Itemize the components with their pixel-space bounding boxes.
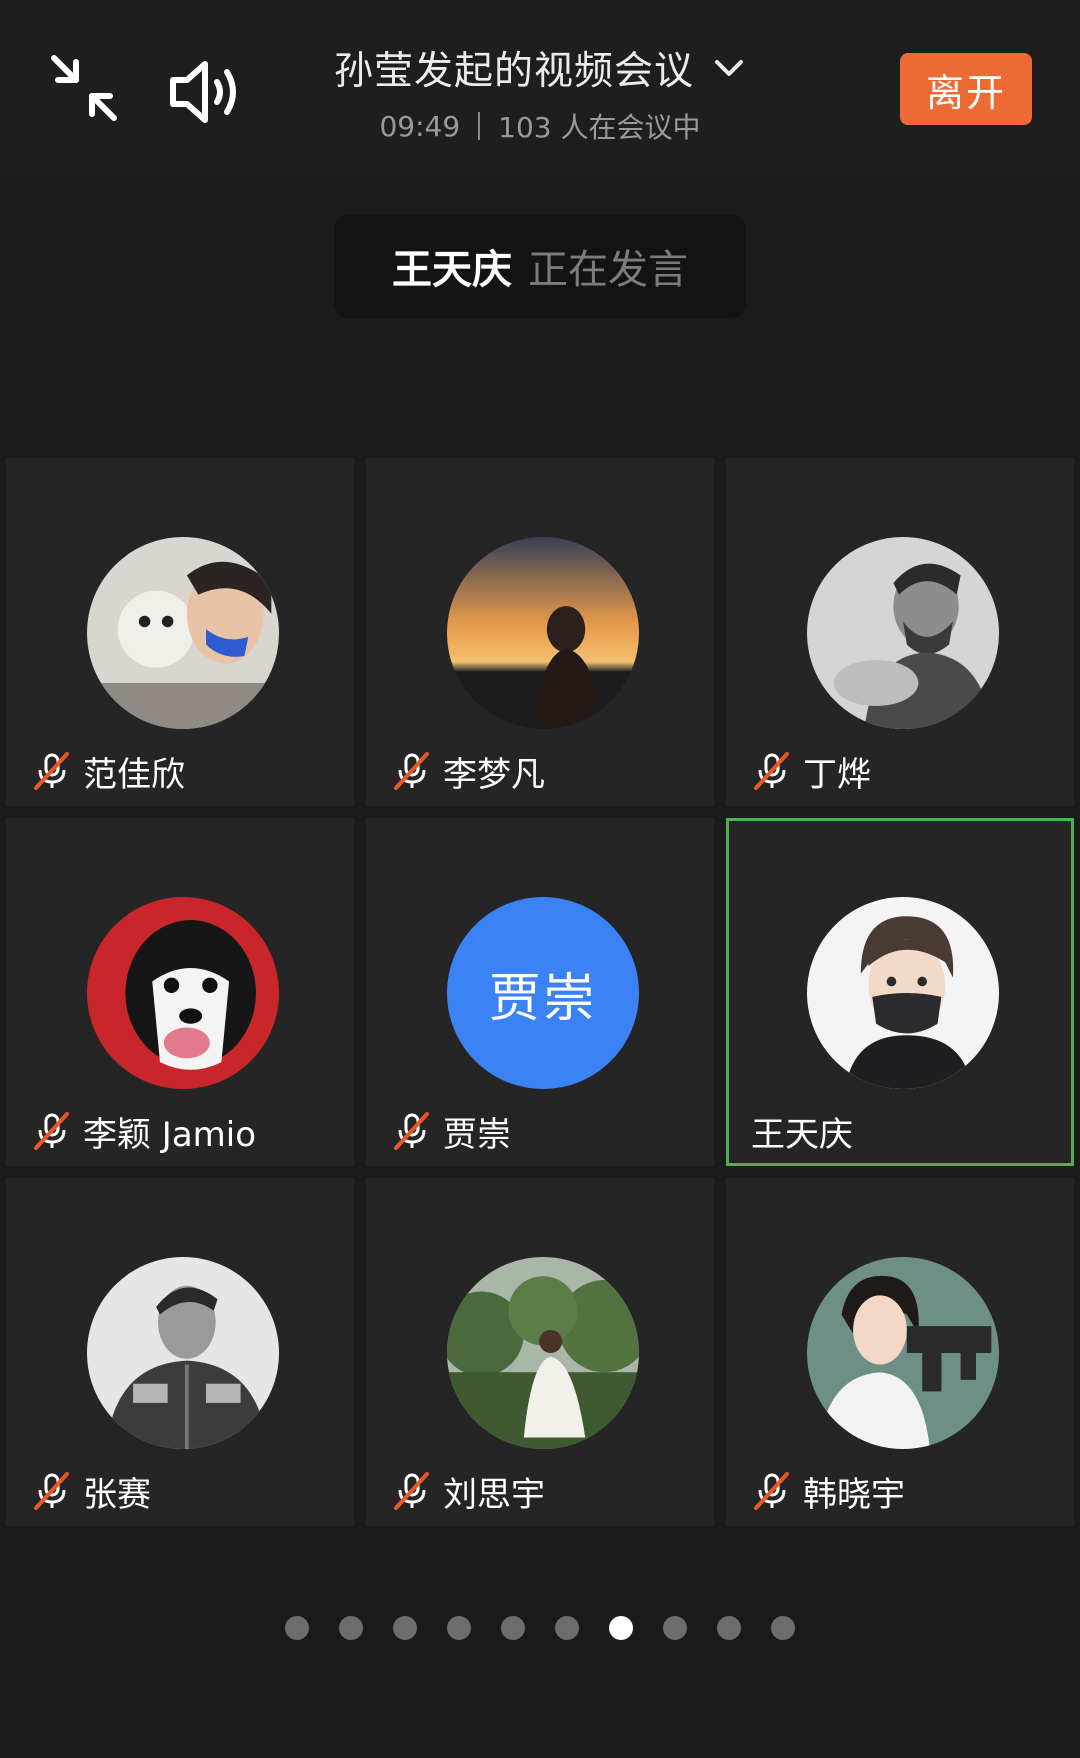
participant-count: 103 人在会议中 <box>498 111 701 144</box>
muted-mic-icon <box>394 752 429 790</box>
avatar <box>87 897 279 1089</box>
avatar-photo-icon <box>447 537 639 729</box>
participant-tile[interactable]: 刘思宇 <box>366 1178 714 1526</box>
participant-name: 范佳欣 <box>83 754 185 795</box>
meeting-title: 孙莹发起的视频会议 <box>333 49 694 94</box>
active-speaker-name: 王天庆 <box>392 247 512 293</box>
avatar-photo-icon <box>87 1257 279 1449</box>
participant-tile[interactable]: 贾崇 贾崇 <box>366 818 714 1166</box>
minimize-window-icon[interactable] <box>48 52 120 124</box>
avatar <box>87 1257 279 1449</box>
muted-mic-icon <box>34 1472 69 1510</box>
participant-tile[interactable]: 范佳欣 <box>6 458 354 806</box>
top-bar: 孙莹发起的视频会议 09:49 103 人在会议中 离开 <box>0 0 1080 175</box>
page-dot-current[interactable] <box>609 1616 633 1640</box>
speaking-status: 正在发言 <box>528 247 688 293</box>
participant-tile[interactable]: 丁烨 <box>726 458 1074 806</box>
page-dot[interactable] <box>717 1616 741 1640</box>
avatar <box>807 1257 999 1449</box>
avatar: 贾崇 <box>447 897 639 1089</box>
muted-mic-icon <box>754 752 789 790</box>
avatar-initials: 贾崇 <box>488 968 597 1029</box>
muted-mic-icon <box>34 1112 69 1150</box>
participant-grid: 范佳欣 李梦凡 丁烨 李颖 Jamio 贾崇 贾崇 王天庆 张赛 刘思宇 韩晓宇 <box>6 458 1074 1526</box>
participant-tile[interactable]: 李梦凡 <box>366 458 714 806</box>
participant-name: 刘思宇 <box>443 1474 545 1515</box>
page-dot[interactable] <box>393 1616 417 1640</box>
leave-button[interactable]: 离开 <box>900 53 1032 125</box>
avatar-photo-icon <box>807 537 999 729</box>
page-dot[interactable] <box>501 1616 525 1640</box>
muted-mic-icon <box>394 1112 429 1150</box>
avatar <box>447 1257 639 1449</box>
page-indicator <box>0 1616 1080 1640</box>
participant-tile[interactable]: 韩晓宇 <box>726 1178 1074 1526</box>
avatar <box>807 897 999 1089</box>
muted-mic-icon <box>394 1472 429 1510</box>
participant-name: 韩晓宇 <box>803 1474 905 1515</box>
participant-name: 张赛 <box>83 1474 151 1515</box>
page-dot[interactable] <box>555 1616 579 1640</box>
avatar <box>807 537 999 729</box>
participant-name: 丁烨 <box>803 754 871 795</box>
avatar-photo-icon <box>87 897 279 1089</box>
participant-tile[interactable]: 张赛 <box>6 1178 354 1526</box>
divider <box>478 112 481 140</box>
meeting-duration: 09:49 <box>379 109 461 143</box>
avatar-photo-icon <box>807 897 999 1089</box>
page-dot[interactable] <box>339 1616 363 1640</box>
participant-name: 李梦凡 <box>443 754 545 795</box>
avatar-photo-icon <box>447 1257 639 1449</box>
page-dot[interactable] <box>447 1616 471 1640</box>
speaker-icon[interactable] <box>165 52 245 132</box>
muted-mic-icon <box>34 752 69 790</box>
participant-tile[interactable]: 李颖 Jamio <box>6 818 354 1166</box>
page-dot[interactable] <box>663 1616 687 1640</box>
chevron-down-icon[interactable] <box>712 51 746 85</box>
participant-name: 李颖 Jamio <box>83 1114 257 1155</box>
avatar <box>447 537 639 729</box>
avatar-photo-icon <box>87 537 279 729</box>
avatar <box>87 537 279 729</box>
meeting-info[interactable]: 孙莹发起的视频会议 09:49 103 人在会议中 <box>250 40 830 146</box>
page-dot[interactable] <box>285 1616 309 1640</box>
participant-tile-active-speaker[interactable]: 王天庆 <box>726 818 1074 1166</box>
muted-mic-icon <box>754 1472 789 1510</box>
avatar-photo-icon <box>807 1257 999 1449</box>
participant-name: 贾崇 <box>443 1114 511 1155</box>
active-speaker-banner: 王天庆 正在发言 <box>334 214 746 318</box>
page-dot[interactable] <box>771 1616 795 1640</box>
participant-name: 王天庆 <box>751 1114 853 1155</box>
